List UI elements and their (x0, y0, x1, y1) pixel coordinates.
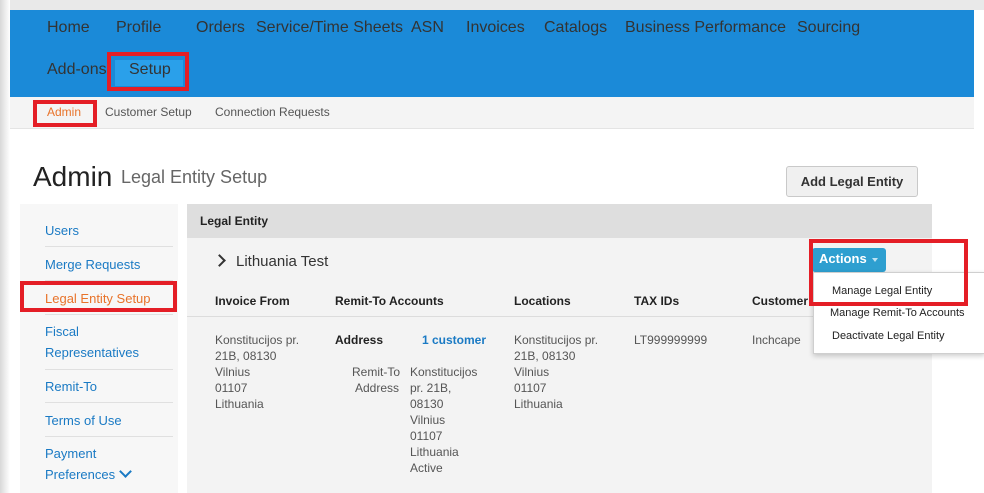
tax-id-value: LT999999999 (634, 333, 708, 347)
chevron-down-icon (119, 465, 132, 478)
page-subtitle: Legal Entity Setup (121, 167, 268, 187)
subnav-item-connection-requests[interactable]: Connection Requests (215, 105, 330, 119)
table-divider (187, 316, 817, 317)
customer-value: Inchcape (752, 333, 801, 347)
remit-to-label-line: Address (354, 381, 399, 395)
remit-to-label-line: Remit-To (352, 365, 401, 379)
panel-header: Legal Entity (187, 204, 932, 238)
setup-highlight-box (107, 52, 189, 91)
remit-to-address: Konstitucijos pr. 21B, 08130 Vilnius 011… (410, 364, 477, 476)
address-line: 21B, 08130 (514, 349, 576, 363)
subnav-item-customer-setup[interactable]: Customer Setup (105, 105, 192, 119)
sidebar-item-terms-of-use[interactable]: Terms of Use (45, 413, 122, 428)
top-band (0, 0, 984, 10)
address-line: Vilnius (215, 365, 251, 379)
address-line: 01107 (410, 429, 443, 443)
menu-item-deactivate-legal-entity[interactable]: Deactivate Legal Entity (832, 330, 945, 342)
sidebar-item-fiscal[interactable]: Fiscal (45, 324, 79, 339)
entity-row-toggle[interactable]: Lithuania Test (213, 253, 329, 270)
sidebar-divider (45, 246, 173, 247)
address-line: 08130 (410, 397, 444, 411)
address-line: Konstitucijos (410, 365, 478, 379)
actions-highlight-box (809, 239, 968, 306)
address-line: Lithuania (410, 445, 459, 459)
address-line: Lithuania (514, 397, 563, 411)
sidebar-item-users[interactable]: Users (45, 223, 79, 238)
sidebar-item-merge-requests[interactable]: Merge Requests (45, 257, 140, 272)
entity-name: Lithuania Test (236, 253, 329, 270)
sidebar-divider (45, 402, 173, 403)
nav-item-invoices[interactable]: Invoices (466, 19, 525, 37)
sidebar-item-representatives[interactable]: Representatives (45, 345, 139, 360)
sidebar-item-remit-to[interactable]: Remit-To (45, 379, 97, 394)
column-header-invoice-from: Invoice From (215, 294, 290, 308)
address-line: Vilnius (514, 365, 550, 379)
address-line: Konstitucijos pr. (215, 333, 300, 347)
remit-status: Active (410, 461, 443, 475)
sidebar: Users Merge Requests Legal Entity Setup … (20, 204, 178, 493)
address-line: 01107 (215, 381, 248, 395)
sidebar-divider (45, 369, 173, 370)
address-line: 21B, 08130 (215, 349, 277, 363)
page-title: Admin (33, 161, 113, 192)
sidebar-divider (45, 436, 173, 437)
sidebar-item-payment[interactable]: Payment (45, 446, 96, 461)
left-shadow (0, 0, 10, 493)
address-line: 01107 (514, 381, 547, 395)
nav-item-service-time-sheets[interactable]: Service/Time Sheets (256, 19, 403, 37)
nav-item-add-ons[interactable]: Add-ons (47, 61, 107, 79)
address-line: Lithuania (215, 397, 264, 411)
chevron-right-icon (213, 254, 226, 267)
remit-address-label: Address (335, 333, 384, 347)
nav-item-catalogs[interactable]: Catalogs (544, 19, 607, 37)
sidebar-item-preferences-label: Preferences (45, 467, 116, 482)
legal-entity-setup-highlight-box (20, 281, 177, 312)
address-line: pr. 21B, (410, 381, 452, 395)
admin-highlight-box (33, 100, 97, 127)
add-legal-entity-button[interactable]: Add Legal Entity (786, 166, 918, 197)
menu-item-manage-remit-to-accounts[interactable]: Manage Remit-To Accounts (830, 307, 965, 319)
remit-to-label: Remit-To Address (352, 364, 401, 396)
nav-item-orders[interactable]: Orders (196, 19, 245, 37)
column-header-remit-to-accounts: Remit-To Accounts (335, 294, 444, 308)
nav-item-profile[interactable]: Profile (116, 19, 161, 37)
nav-item-business-performance[interactable]: Business Performance (625, 19, 786, 37)
invoice-from-address: Konstitucijos pr. 21B, 08130 Vilnius 011… (215, 332, 299, 412)
nav-item-home[interactable]: Home (47, 19, 90, 37)
panel-header-title: Legal Entity (200, 214, 269, 228)
nav-item-asn[interactable]: ASN (411, 19, 444, 37)
locations-address: Konstitucijos pr. 21B, 08130 Vilnius 011… (514, 332, 598, 412)
column-header-customer: Customer (752, 294, 809, 308)
sidebar-item-preferences[interactable]: Preferences (45, 465, 132, 482)
sidebar-divider (45, 314, 173, 315)
column-header-tax-ids: TAX IDs (634, 294, 680, 308)
address-line: Konstitucijos pr. (514, 333, 599, 347)
remit-customer-link[interactable]: 1 customer (422, 332, 486, 348)
nav-item-sourcing[interactable]: Sourcing (797, 19, 860, 37)
address-line: Vilnius (410, 413, 446, 427)
column-header-locations: Locations (514, 294, 571, 308)
